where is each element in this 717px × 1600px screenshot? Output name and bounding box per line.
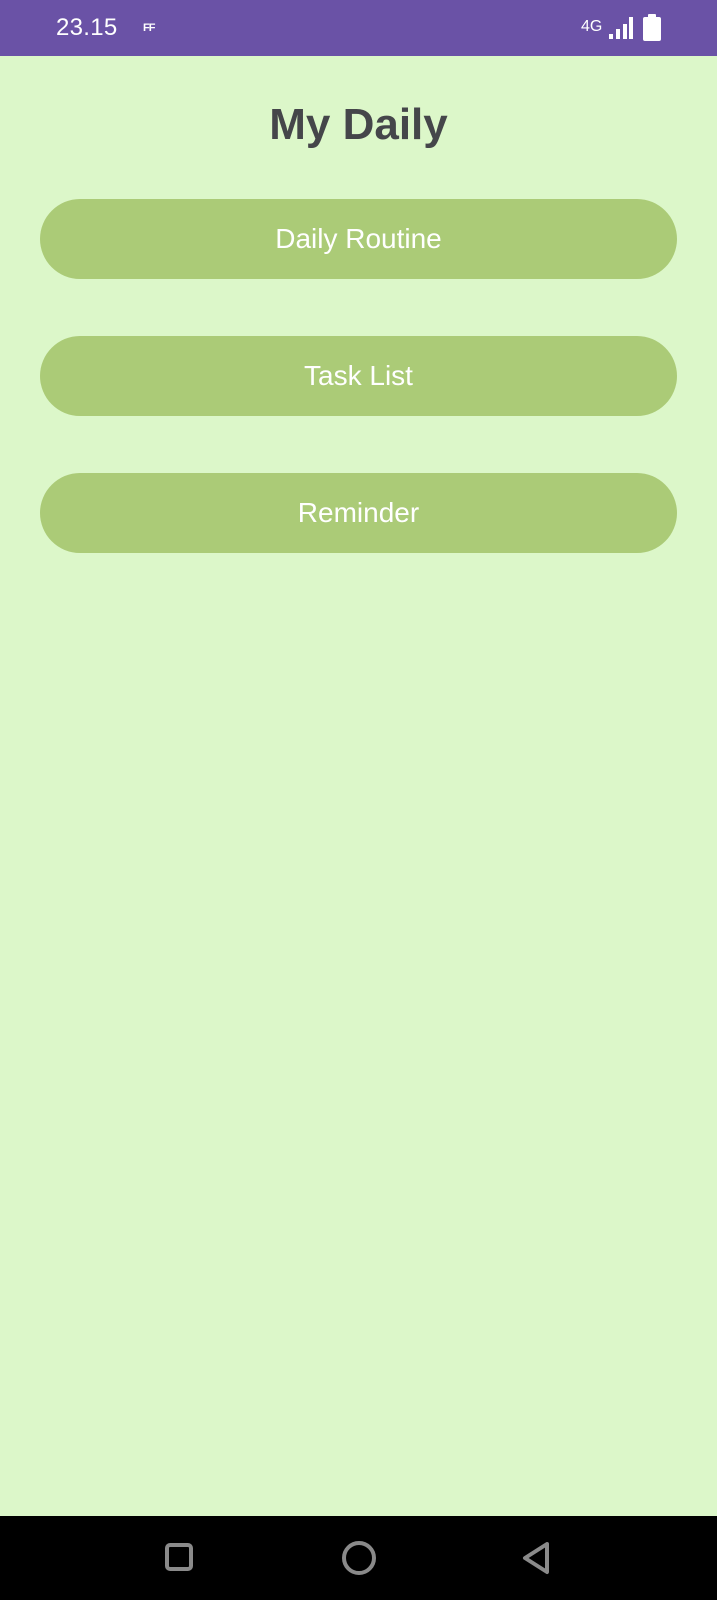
status-time: 23.15: [56, 14, 118, 41]
signal-icon: [609, 17, 633, 39]
status-indicator: FF: [143, 22, 155, 34]
status-bar: 23.15 FF 4G: [0, 0, 717, 56]
triangle-back-icon[interactable]: [520, 1540, 554, 1576]
circle-icon[interactable]: [342, 1541, 376, 1575]
daily-routine-button[interactable]: Daily Routine: [40, 199, 677, 279]
task-list-button[interactable]: Task List: [40, 336, 677, 416]
reminder-button[interactable]: Reminder: [40, 473, 677, 553]
square-icon[interactable]: [165, 1543, 193, 1571]
battery-icon: [643, 14, 661, 42]
navigation-bar: [0, 1516, 717, 1600]
page-title: My Daily: [269, 100, 448, 149]
network-type: 4G: [581, 18, 603, 35]
